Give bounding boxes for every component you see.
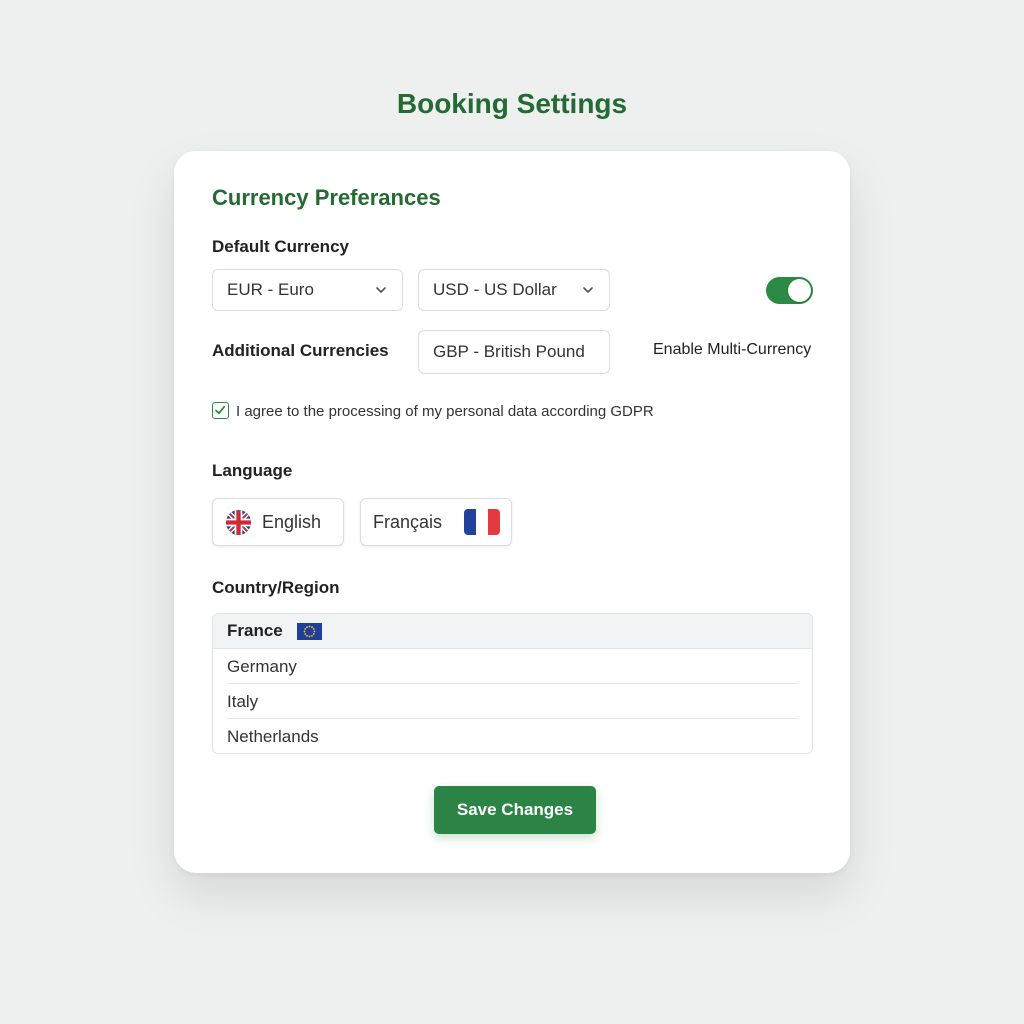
uk-flag-icon: [225, 509, 252, 535]
eu-flag-icon: [296, 622, 322, 640]
secondary-currency-select[interactable]: USD - US Dollar: [418, 269, 610, 311]
france-flag-icon: [464, 509, 501, 535]
gdpr-consent-label: I agree to the processing of my personal…: [236, 403, 654, 420]
default-currency-value: EUR - Euro: [227, 280, 314, 299]
checkmark-icon: [215, 405, 226, 415]
country-name: Germany: [227, 656, 297, 676]
chevron-down-icon: [376, 287, 386, 293]
settings-card: Currency Preferances Default Currency EU…: [174, 151, 850, 873]
language-label: Language: [212, 461, 293, 480]
default-currency-select[interactable]: EUR - Euro: [212, 269, 403, 311]
additional-currency-field[interactable]: GBP - British Pound: [418, 330, 610, 374]
country-row-netherlands[interactable]: Netherlands: [213, 719, 812, 753]
toggle-knob: [788, 279, 811, 302]
language-option-francais[interactable]: Français: [360, 498, 512, 546]
additional-currency-value: GBP - British Pound: [433, 342, 585, 361]
country-name: Netherlands: [227, 726, 319, 746]
additional-currencies-label: Additional Currencies: [212, 341, 389, 360]
country-row-italy[interactable]: Italy: [213, 684, 812, 719]
language-option-english[interactable]: English: [212, 498, 344, 546]
language-option-label: Français: [373, 511, 443, 532]
page-title: Booking Settings: [396, 88, 628, 119]
language-option-label: English: [262, 511, 322, 532]
country-row-germany[interactable]: Germany: [213, 649, 812, 684]
save-changes-button[interactable]: Save Changes: [434, 786, 596, 834]
secondary-currency-value: USD - US Dollar: [433, 280, 557, 299]
multi-currency-toggle[interactable]: [766, 277, 813, 304]
country-list: France Germany Italy Netherlands: [212, 613, 813, 754]
country-region-label: Country/Region: [212, 578, 340, 597]
country-row-france[interactable]: France: [213, 614, 812, 649]
gdpr-checkbox[interactable]: [212, 402, 229, 419]
multi-currency-label: Enable Multi-Currency: [653, 341, 812, 358]
country-name: Italy: [227, 691, 259, 711]
section-title-currency: Currency Preferances: [212, 185, 441, 210]
chevron-down-icon: [583, 287, 593, 293]
country-name: France: [227, 621, 283, 640]
default-currency-label: Default Currency: [212, 237, 349, 256]
